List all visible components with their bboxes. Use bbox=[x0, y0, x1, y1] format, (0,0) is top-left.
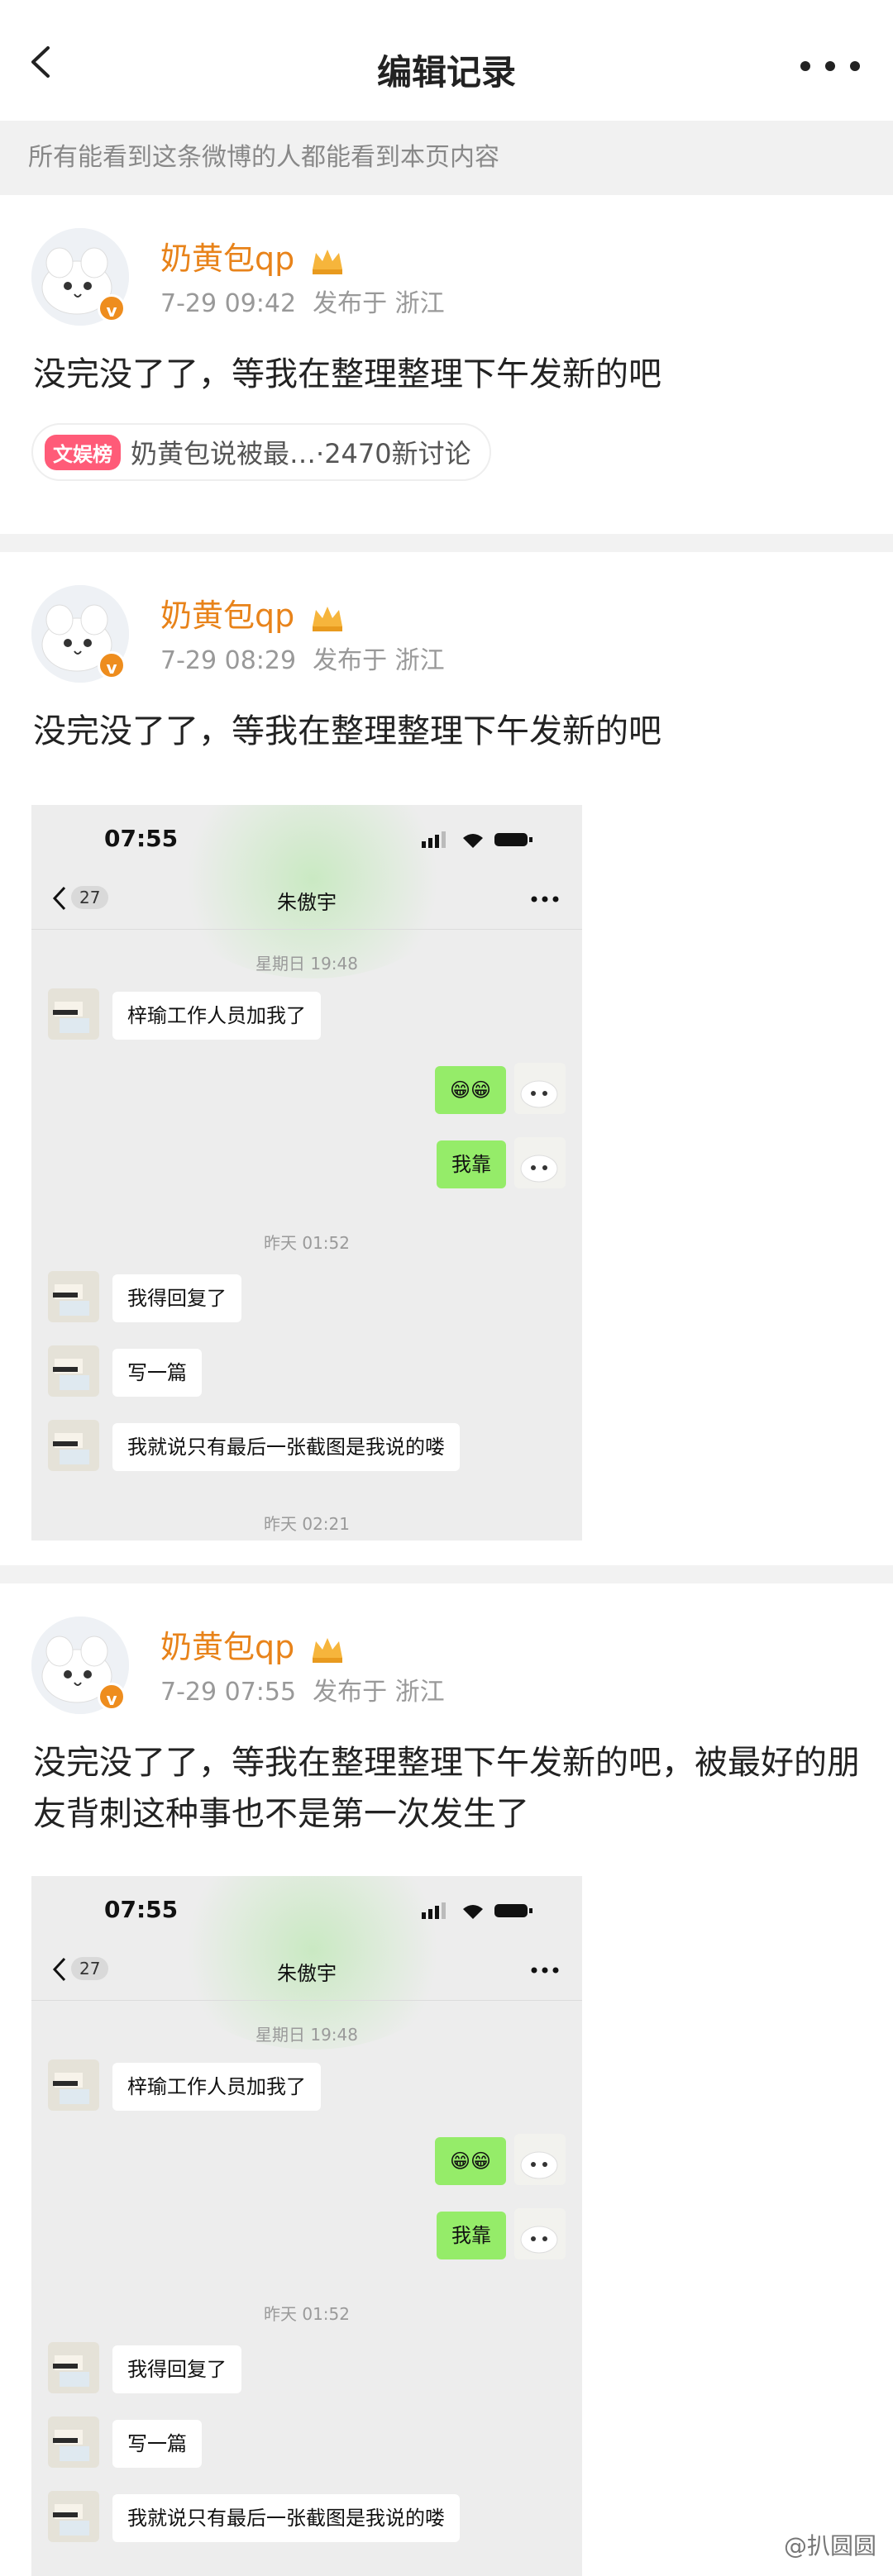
visibility-notice: 所有能看到这条微博的人都能看到本页内容 bbox=[0, 121, 893, 195]
username[interactable]: 奶黄包qp bbox=[160, 1621, 346, 1667]
status-time: 07:55 bbox=[104, 825, 179, 852]
chat-screenshot-image[interactable]: 07:55 27 朱傲宇 星期日 19:48 梓瑜工作人员加我了 😁😁 我靠 昨… bbox=[31, 805, 582, 1540]
post-date: 7-29 09:42 bbox=[160, 289, 297, 318]
post-text: 没完没了了，等我在整理整理下午发新的吧，被最好的朋友背刺这种事也不是第一次发生了 bbox=[33, 1744, 860, 1833]
vip-crown-icon bbox=[313, 606, 343, 631]
page-title: 编辑记录 bbox=[376, 52, 516, 93]
post-location: 发布于 浙江 bbox=[313, 289, 445, 318]
verified-badge-icon: v bbox=[98, 651, 126, 679]
friend-avatar bbox=[48, 2416, 99, 2468]
chat-bubble-sent: 😁😁 bbox=[434, 1066, 506, 1114]
chat-timestamp: 昨天 02:21 bbox=[264, 1514, 350, 1534]
tag-count: ·2470新讨论 bbox=[316, 438, 471, 469]
chat-bubble-received: 我就说只有最后一张截图是我说的喽 bbox=[112, 2494, 460, 2542]
friend-avatar bbox=[48, 2491, 99, 2542]
edit-record-2: v 奶黄包qp 7-29 08:29 发布于 浙江 没完没了了，等我在整理整理下午… bbox=[0, 552, 893, 1565]
phone-status-bar: 07:55 bbox=[31, 1876, 582, 1942]
edit-record-1: v 奶黄包qp 7-29 09:42 发布于 浙江 没完没了了，等我在整理整理下午… bbox=[0, 195, 893, 534]
friend-avatar bbox=[48, 1345, 99, 1397]
chat-timestamp: 星期日 19:48 bbox=[255, 2025, 358, 2045]
chat-more-icon bbox=[531, 1967, 559, 1974]
username-text: 奶黄包qp bbox=[160, 598, 295, 634]
post-meta: 7-29 09:42 发布于 浙江 bbox=[160, 283, 445, 319]
chat-contact-name: 朱傲宇 bbox=[277, 1962, 337, 1985]
post-date: 7-29 08:29 bbox=[160, 646, 297, 675]
friend-avatar bbox=[48, 2342, 99, 2393]
verified-badge-icon: v bbox=[98, 294, 126, 322]
vip-crown-icon bbox=[313, 1637, 343, 1663]
verified-badge-icon: v bbox=[98, 1683, 126, 1711]
chat-bubble-received: 写一篇 bbox=[112, 1349, 202, 1397]
top-nav-bar: 编辑记录 bbox=[0, 0, 893, 121]
username-text: 奶黄包qp bbox=[160, 240, 295, 277]
signal-wifi-battery-icon bbox=[422, 1902, 532, 1919]
vip-crown-icon bbox=[313, 249, 343, 274]
username[interactable]: 奶黄包qp bbox=[160, 233, 346, 279]
chat-bubble-sent: 😁😁 bbox=[434, 2137, 506, 2185]
chat-bubble-received: 我得回复了 bbox=[112, 2345, 241, 2393]
post-date: 7-29 07:55 bbox=[160, 1678, 297, 1707]
chat-more-icon bbox=[531, 896, 559, 902]
chat-screenshot-image[interactable]: 07:55 27 朱傲宇 星期日 19:48 梓瑜工作人员加我了 😁😁 我靠 昨… bbox=[31, 1876, 582, 2576]
chat-bubble-received: 梓瑜工作人员加我了 bbox=[112, 2063, 321, 2111]
friend-avatar bbox=[48, 1420, 99, 1471]
chat-title-bar: 27 朱傲宇 bbox=[31, 1942, 582, 2001]
signal-wifi-battery-icon bbox=[422, 831, 532, 848]
self-avatar bbox=[514, 1063, 566, 1114]
self-avatar bbox=[514, 2208, 566, 2259]
edit-record-3: v 奶黄包qp 7-29 07:55 发布于 浙江 没完没了了，等我在整理整理下午… bbox=[0, 1583, 893, 2576]
separator bbox=[0, 534, 893, 552]
chat-bubble-sent: 我靠 bbox=[437, 2212, 506, 2259]
username-text: 奶黄包qp bbox=[160, 1629, 295, 1665]
watermark: @扒圆圆 bbox=[783, 2532, 876, 2559]
chat-bubble-received: 写一篇 bbox=[112, 2420, 202, 2468]
chat-bubble-received: 我得回复了 bbox=[112, 1274, 241, 1322]
status-time: 07:55 bbox=[104, 1896, 179, 1923]
post-location: 发布于 浙江 bbox=[313, 1678, 445, 1707]
chat-title-bar: 27 朱傲宇 bbox=[31, 871, 582, 930]
post-meta: 7-29 08:29 发布于 浙江 bbox=[160, 640, 445, 676]
chat-bubble-received: 梓瑜工作人员加我了 bbox=[112, 992, 321, 1040]
tag-text: 奶黄包说被最… bbox=[131, 438, 317, 469]
chat-timestamp: 昨天 01:52 bbox=[264, 1233, 350, 1253]
self-avatar bbox=[514, 1137, 566, 1188]
chat-contact-name: 朱傲宇 bbox=[277, 891, 337, 914]
post-location: 发布于 浙江 bbox=[313, 646, 445, 675]
post-text: 没完没了了，等我在整理整理下午发新的吧 bbox=[33, 355, 661, 393]
friend-avatar bbox=[48, 988, 99, 1040]
username[interactable]: 奶黄包qp bbox=[160, 590, 346, 636]
post-text: 没完没了了，等我在整理整理下午发新的吧 bbox=[33, 712, 661, 750]
chat-timestamp: 星期日 19:48 bbox=[255, 954, 358, 974]
separator bbox=[0, 1565, 893, 1583]
self-avatar bbox=[514, 2134, 566, 2185]
chat-bubble-received: 我就说只有最后一张截图是我说的喽 bbox=[112, 1423, 460, 1471]
friend-avatar bbox=[48, 1271, 99, 1322]
chat-bubble-sent: 我靠 bbox=[437, 1140, 506, 1188]
phone-status-bar: 07:55 bbox=[31, 805, 582, 871]
tag-badge: 文娱榜 bbox=[45, 434, 121, 470]
more-options-icon[interactable] bbox=[797, 60, 863, 73]
chat-timestamp: 昨天 01:52 bbox=[264, 2304, 350, 2324]
post-meta: 7-29 07:55 发布于 浙江 bbox=[160, 1671, 445, 1707]
friend-avatar bbox=[48, 2059, 99, 2111]
trending-tag[interactable]: 文娱榜 奶黄包说被最… ·2470新讨论 bbox=[31, 423, 491, 481]
